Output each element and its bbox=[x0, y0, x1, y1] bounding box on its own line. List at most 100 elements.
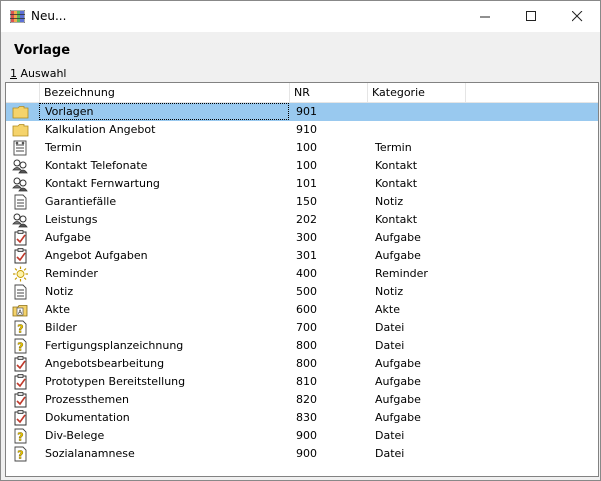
item-nr: 400 bbox=[296, 267, 317, 280]
list-item[interactable]: ? Sozialanamnese 900 Datei bbox=[6, 445, 598, 463]
item-nr: 900 bbox=[296, 447, 317, 460]
item-kategorie: Reminder bbox=[375, 267, 428, 280]
list-header: Bezeichnung NR Kategorie bbox=[6, 83, 598, 103]
item-nr: 910 bbox=[296, 123, 317, 136]
template-list[interactable]: Bezeichnung NR Kategorie Vorlagen 901 Kalk… bbox=[5, 82, 599, 477]
task-icon bbox=[12, 248, 29, 264]
item-nr: 150 bbox=[296, 195, 317, 208]
contact-icon bbox=[12, 158, 29, 174]
item-kategorie: Aufgabe bbox=[375, 357, 421, 370]
item-name: Aufgabe bbox=[45, 231, 91, 244]
item-kategorie: Aufgabe bbox=[375, 393, 421, 406]
item-name: Prototypen Bereitstellung bbox=[45, 375, 186, 388]
item-nr: 901 bbox=[296, 105, 317, 118]
list-item[interactable]: Vorlagen 901 bbox=[6, 103, 598, 121]
item-name: Reminder bbox=[45, 267, 98, 280]
note-icon bbox=[12, 194, 29, 210]
item-name: Leistungs bbox=[45, 213, 98, 226]
folder-icon bbox=[12, 122, 29, 138]
list-item[interactable]: ? Bilder 700 Datei bbox=[6, 319, 598, 337]
item-kategorie: Datei bbox=[375, 429, 405, 442]
item-name: Kontakt Fernwartung bbox=[45, 177, 160, 190]
list-item[interactable]: Aufgabe 300 Aufgabe bbox=[6, 229, 598, 247]
list-item[interactable]: Kalkulation Angebot 910 bbox=[6, 121, 598, 139]
svg-text:?: ? bbox=[17, 449, 23, 462]
item-kategorie: Datei bbox=[375, 339, 405, 352]
column-header-nr[interactable]: NR bbox=[290, 83, 368, 102]
svg-text:?: ? bbox=[17, 323, 23, 336]
reminder-icon bbox=[12, 266, 29, 282]
item-nr: 101 bbox=[296, 177, 317, 190]
list-item[interactable]: Prototypen Bereitstellung 810 Aufgabe bbox=[6, 373, 598, 391]
item-kategorie: Aufgabe bbox=[375, 375, 421, 388]
column-header-bezeichnung[interactable]: Bezeichnung bbox=[40, 83, 290, 102]
maximize-button[interactable] bbox=[508, 1, 554, 32]
file-unknown-icon: ? bbox=[12, 446, 29, 462]
list-item[interactable]: Termin 100 Termin bbox=[6, 139, 598, 157]
item-kategorie: Datei bbox=[375, 447, 405, 460]
tab-mnemonic: 1 bbox=[10, 67, 17, 80]
item-kategorie: Aufgabe bbox=[375, 249, 421, 262]
list-item[interactable]: Reminder 400 Reminder bbox=[6, 265, 598, 283]
close-icon bbox=[571, 11, 582, 22]
item-name: Termin bbox=[45, 141, 82, 154]
item-nr: 301 bbox=[296, 249, 317, 262]
list-item[interactable]: Notiz 500 Notiz bbox=[6, 283, 598, 301]
item-kategorie: Kontakt bbox=[375, 213, 418, 226]
file-unknown-icon: ? bbox=[12, 320, 29, 336]
list-item[interactable]: Kontakt Telefonate 100 Kontakt bbox=[6, 157, 598, 175]
list-item[interactable]: Angebotsbearbeitung 800 Aufgabe bbox=[6, 355, 598, 373]
item-kategorie: Kontakt bbox=[375, 159, 418, 172]
item-nr: 820 bbox=[296, 393, 317, 406]
item-name: Akte bbox=[45, 303, 70, 316]
item-name: Sozialanamnese bbox=[45, 447, 135, 460]
app-grid-icon bbox=[10, 10, 25, 23]
item-name: Garantiefälle bbox=[45, 195, 117, 208]
list-item[interactable]: Leistungs 202 Kontakt bbox=[6, 211, 598, 229]
minimize-icon bbox=[479, 16, 490, 18]
item-name: Prozessthemen bbox=[45, 393, 129, 406]
task-icon bbox=[12, 374, 29, 390]
column-header-icon[interactable] bbox=[6, 83, 40, 102]
close-button[interactable] bbox=[554, 1, 600, 32]
item-name: Angebotsbearbeitung bbox=[45, 357, 165, 370]
item-nr: 800 bbox=[296, 357, 317, 370]
file-folder-icon: A bbox=[12, 302, 29, 318]
contact-icon bbox=[12, 176, 29, 192]
item-kategorie: Datei bbox=[375, 321, 405, 334]
task-icon bbox=[12, 392, 29, 408]
file-unknown-icon: ? bbox=[12, 338, 29, 354]
item-nr: 830 bbox=[296, 411, 317, 424]
list-item[interactable]: Prozessthemen 820 Aufgabe bbox=[6, 391, 598, 409]
item-kategorie: Aufgabe bbox=[375, 231, 421, 244]
maximize-icon bbox=[525, 11, 536, 21]
note-icon bbox=[12, 284, 29, 300]
title-bar[interactable]: Neu... bbox=[1, 1, 600, 32]
item-name: Div-Belege bbox=[45, 429, 105, 442]
item-nr: 202 bbox=[296, 213, 317, 226]
minimize-button[interactable] bbox=[462, 1, 508, 32]
list-item[interactable]: ? Fertigungsplanzeichnung 800 Datei bbox=[6, 337, 598, 355]
tab-auswahl-label: Auswahl bbox=[17, 67, 67, 80]
tab-auswahl[interactable]: 1 Auswahl bbox=[10, 67, 67, 80]
column-header-kategorie[interactable]: Kategorie bbox=[368, 83, 466, 102]
dialog-window: Neu... Vorlage 1 Auswahl Bezeichnung NR … bbox=[0, 0, 601, 481]
list-item[interactable]: Kontakt Fernwartung 101 Kontakt bbox=[6, 175, 598, 193]
item-name: Notiz bbox=[45, 285, 74, 298]
item-nr: 100 bbox=[296, 141, 317, 154]
item-nr: 800 bbox=[296, 339, 317, 352]
task-icon bbox=[12, 230, 29, 246]
item-kategorie: Notiz bbox=[375, 285, 404, 298]
list-item[interactable]: Garantiefälle 150 Notiz bbox=[6, 193, 598, 211]
appointment-icon bbox=[12, 140, 29, 156]
list-item[interactable]: Angebot Aufgaben 301 Aufgabe bbox=[6, 247, 598, 265]
item-name: Angebot Aufgaben bbox=[45, 249, 148, 262]
list-item[interactable]: ? Div-Belege 900 Datei bbox=[6, 427, 598, 445]
item-nr: 500 bbox=[296, 285, 317, 298]
list-item[interactable]: Dokumentation 830 Aufgabe bbox=[6, 409, 598, 427]
list-item[interactable]: A Akte 600 Akte bbox=[6, 301, 598, 319]
item-nr: 900 bbox=[296, 429, 317, 442]
item-name: Kontakt Telefonate bbox=[45, 159, 148, 172]
task-icon bbox=[12, 410, 29, 426]
item-name: Dokumentation bbox=[45, 411, 130, 424]
